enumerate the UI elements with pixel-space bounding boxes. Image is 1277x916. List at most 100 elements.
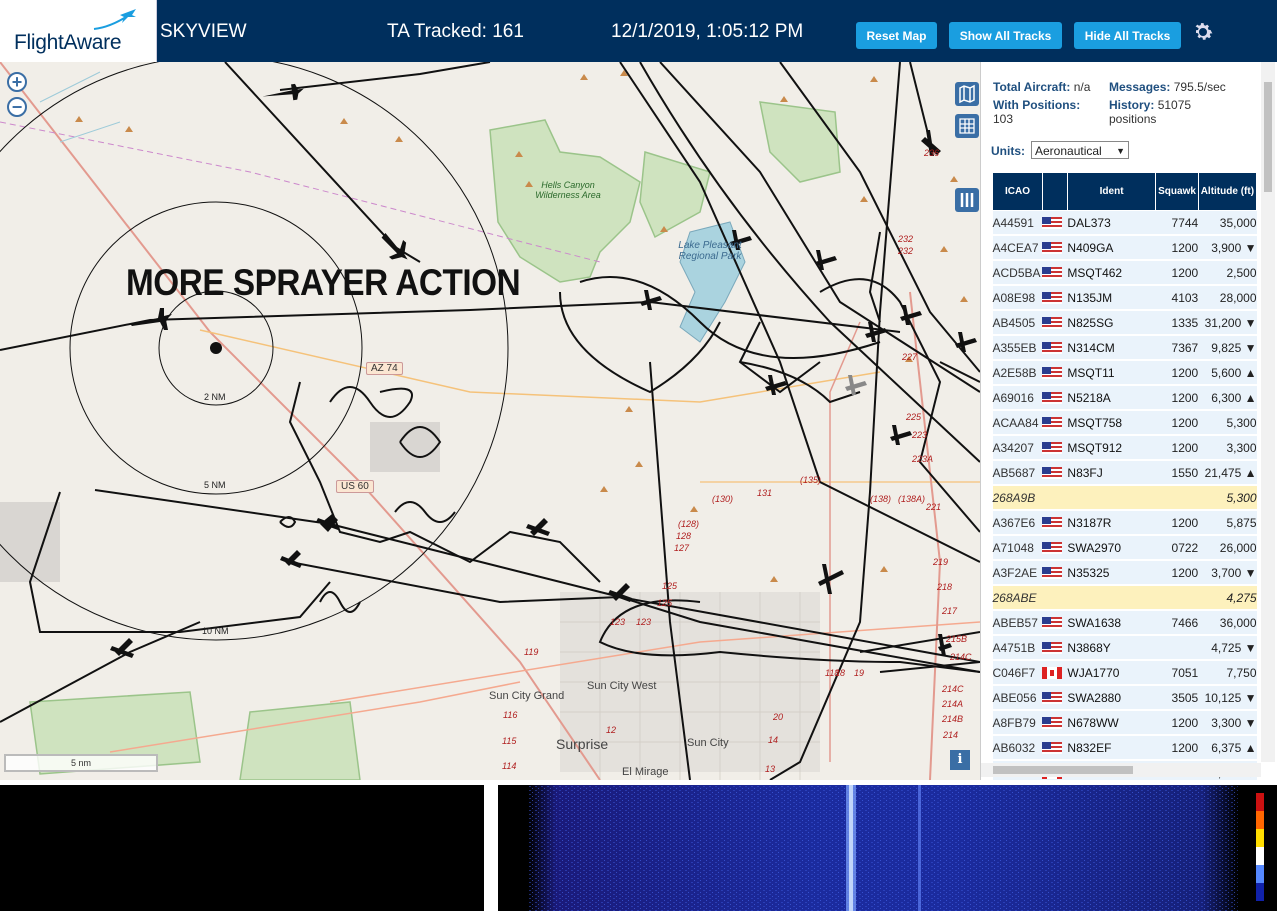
table-row[interactable]: ABE056 SWA2880 3505 10,125 ▼ — [992, 685, 1257, 711]
us-flag-icon — [1042, 317, 1063, 330]
table-row[interactable]: C046F7 WJA1770 7051 7,750 — [992, 660, 1257, 686]
table-row[interactable]: A44591 DAL373 7744 35,000 — [992, 210, 1257, 236]
col-altitude[interactable]: Altitude (ft) — [1197, 172, 1258, 211]
ident-cell: MSQT912 — [1067, 435, 1156, 461]
flag-cell — [1042, 285, 1068, 311]
table-row[interactable]: 268A9B 5,300 — [992, 485, 1257, 511]
route-number: 127 — [674, 543, 690, 553]
grid-icon[interactable] — [955, 114, 979, 138]
squawk-cell: 1200 — [1155, 435, 1199, 461]
ident-cell: DAL373 — [1067, 210, 1156, 236]
col-ident[interactable]: Ident — [1066, 172, 1157, 211]
table-row[interactable]: A4CEA7 N409GA 1200 3,900 ▼ — [992, 235, 1257, 261]
scrollbar-thumb[interactable] — [1264, 82, 1272, 192]
table-row[interactable]: A08E98 N135JM 4103 28,000 — [992, 285, 1257, 311]
map-area[interactable]: + − MORE SPRAYER ACTION 2 NM 5 NM 10 NM … — [0, 62, 980, 780]
ident-cell — [1067, 485, 1156, 511]
route-number: (135) — [800, 475, 822, 485]
highway-shield-az74: AZ 74 — [366, 362, 403, 375]
column-toggle-icon[interactable] — [955, 188, 979, 212]
table-row[interactable]: A71048 SWA2970 0722 26,000 — [992, 535, 1257, 561]
tracked-count: TA Tracked: 161 — [387, 21, 524, 42]
flag-cell — [1042, 460, 1068, 486]
table-row[interactable]: A4751B N3868Y 4,725 ▼ — [992, 635, 1257, 661]
altitude-cell: 9,825 ▼ — [1198, 335, 1257, 361]
squawk-cell: 1200 — [1155, 410, 1199, 436]
ident-cell — [1067, 585, 1156, 611]
ring-label-10nm: 10 NM — [202, 626, 229, 636]
table-row[interactable]: AB6032 N832EF 1200 6,375 ▲ — [992, 735, 1257, 761]
route-number: 13 — [765, 764, 776, 774]
reset-map-button[interactable]: Reset Map — [856, 22, 937, 49]
map-info-button[interactable]: i — [950, 750, 970, 770]
hide-all-tracks-button[interactable]: Hide All Tracks — [1074, 22, 1181, 49]
altitude-cell: 31,200 ▼ — [1198, 310, 1257, 336]
altitude-cell: 6,375 ▲ — [1198, 735, 1257, 761]
altitude-cell: 35,000 — [1198, 210, 1257, 236]
settings-gear-icon[interactable] — [1191, 20, 1215, 44]
units-label: Units: — [991, 144, 1025, 158]
panel-vertical-scrollbar[interactable] — [1261, 62, 1275, 762]
ident-cell: N832EF — [1067, 735, 1156, 761]
messages-stat: Messages: 795.5/sec — [1109, 80, 1226, 94]
ident-cell: MSQT758 — [1067, 410, 1156, 436]
table-row[interactable]: A2E58B MSQT11 1200 5,600 ▲ — [992, 360, 1257, 386]
altitude-cell: 4,275 — [1198, 585, 1257, 611]
squawk-cell: 1200 — [1155, 510, 1199, 536]
highway-shield-us60: US 60 — [336, 480, 374, 493]
table-row[interactable]: AB5687 N83FJ 1550 21,475 ▲ — [992, 460, 1257, 486]
us-flag-icon — [1042, 642, 1063, 655]
table-row[interactable]: ACD5BA MSQT462 1200 2,500 — [992, 260, 1257, 286]
us-flag-icon — [1042, 717, 1063, 730]
table-row[interactable]: 268ABE 4,275 — [992, 585, 1257, 611]
route-number: 214C — [950, 652, 972, 662]
scrollbar-thumb[interactable] — [993, 766, 1133, 774]
altitude-cell: 26,000 — [1198, 535, 1257, 561]
place-surprise: Surprise — [556, 736, 609, 752]
table-row[interactable]: A367E6 N3187R 1200 5,875 — [992, 510, 1257, 536]
squawk-cell: 1200 — [1155, 360, 1199, 386]
us-flag-icon — [1042, 617, 1063, 630]
squawk-cell: 1200 — [1155, 385, 1199, 411]
units-select[interactable]: Aeronautical ▼ — [1031, 141, 1129, 159]
route-number: 114 — [502, 761, 517, 771]
route-number: 214A — [942, 699, 964, 709]
route-number: 119 — [524, 647, 539, 657]
table-row[interactable]: A355EB N314CM 7367 9,825 ▼ — [992, 335, 1257, 361]
table-row[interactable]: ACAA84 MSQT758 1200 5,300 — [992, 410, 1257, 436]
place-sun-city-west: Sun City West — [587, 680, 657, 692]
us-flag-icon — [1042, 367, 1063, 380]
zoom-in-button[interactable]: + — [7, 72, 27, 92]
squawk-cell — [1155, 485, 1199, 511]
col-icao[interactable]: ICAO — [992, 172, 1043, 211]
flag-cell — [1042, 310, 1068, 336]
route-number: 214C — [942, 684, 964, 694]
place-hells-canyon: Hells Canyon Wilderness Area — [535, 180, 601, 200]
ident-cell: WJA1770 — [1067, 660, 1156, 686]
icao-cell: A34207 — [992, 435, 1043, 461]
show-all-tracks-button[interactable]: Show All Tracks — [949, 22, 1062, 49]
map-layers-icon[interactable] — [955, 82, 979, 106]
us-flag-icon — [1042, 542, 1063, 555]
panel-horizontal-scrollbar[interactable] — [981, 763, 1261, 777]
aircraft-panel: Total Aircraft: n/a Messages: 795.5/sec … — [980, 62, 1277, 780]
squawk-cell: 7466 — [1155, 610, 1199, 636]
ident-cell: N83FJ — [1067, 460, 1156, 486]
route-number: 232 — [898, 234, 914, 244]
table-row[interactable]: AB4505 N825SG 1335 31,200 ▼ — [992, 310, 1257, 336]
ring-label-2nm: 2 NM — [204, 392, 226, 402]
table-row[interactable]: A3F2AE N35325 1200 3,700 ▼ — [992, 560, 1257, 586]
aircraft-table-body: A44591 DAL373 7744 35,000 A4CEA7 N409GA 1200 3,… — [992, 210, 1257, 780]
table-row[interactable]: ABEB57 SWA1638 7466 36,000 — [992, 610, 1257, 636]
col-flag[interactable] — [1041, 172, 1068, 211]
icao-cell: C046F7 — [992, 660, 1043, 686]
flag-cell — [1042, 485, 1068, 511]
table-row[interactable]: A8FB79 N678WW 1200 3,300 ▼ — [992, 710, 1257, 736]
flightaware-logo[interactable]: FlightAware — [0, 0, 157, 62]
table-row[interactable]: A34207 MSQT912 1200 3,300 — [992, 435, 1257, 461]
table-row[interactable]: A69016 N5218A 1200 6,300 ▲ — [992, 385, 1257, 411]
flag-cell — [1042, 535, 1068, 561]
col-squawk[interactable]: Squawk — [1155, 172, 1199, 211]
altitude-cell: 5,300 — [1198, 410, 1257, 436]
zoom-out-button[interactable]: − — [7, 97, 27, 117]
